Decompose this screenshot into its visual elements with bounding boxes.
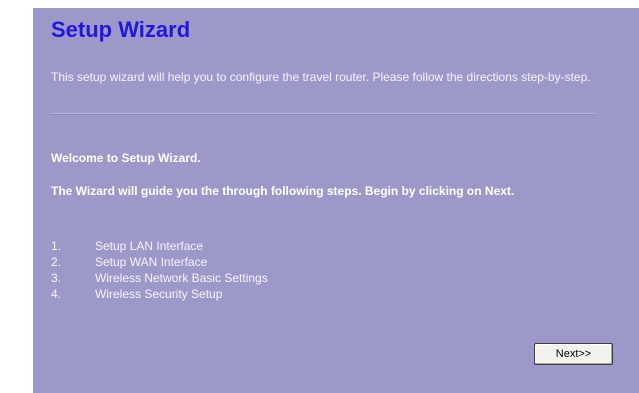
step-label: Setup WAN Interface [95, 255, 208, 269]
list-item: 1. Setup LAN Interface [51, 238, 268, 254]
intro-text: This setup wizard will help you to confi… [51, 70, 591, 84]
guide-text: The Wizard will guide you the through fo… [51, 184, 515, 198]
steps-list: 1. Setup LAN Interface 2. Setup WAN Inte… [51, 238, 268, 302]
list-item: 2. Setup WAN Interface [51, 254, 268, 270]
step-label: Wireless Network Basic Settings [95, 271, 268, 285]
setup-wizard-panel: Setup Wizard This setup wizard will help… [33, 8, 639, 393]
step-number: 1. [51, 239, 62, 253]
divider [51, 113, 595, 115]
step-number: 2. [51, 255, 62, 269]
list-item: 3. Wireless Network Basic Settings [51, 270, 268, 286]
step-number: 4. [51, 287, 62, 301]
list-item: 4. Wireless Security Setup [51, 286, 268, 302]
step-label: Wireless Security Setup [95, 287, 223, 301]
next-button[interactable]: Next>> [534, 343, 613, 365]
step-number: 3. [51, 271, 62, 285]
welcome-heading: Welcome to Setup Wizard. [51, 151, 201, 165]
step-label: Setup LAN Interface [95, 239, 204, 253]
page-title: Setup Wizard [51, 17, 191, 42]
